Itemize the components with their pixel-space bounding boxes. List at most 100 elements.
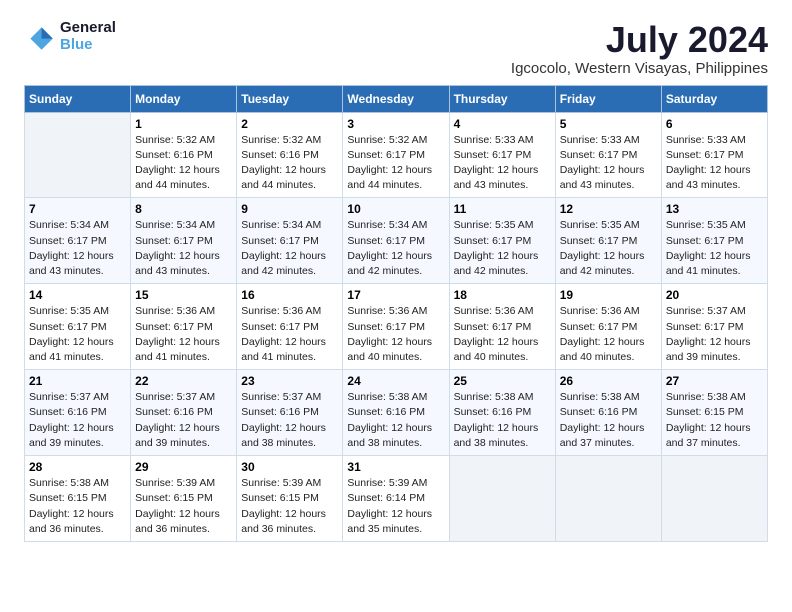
week-row-2: 7 Sunrise: 5:34 AM Sunset: 6:17 PM Daylig…: [25, 198, 768, 284]
day-info: Sunrise: 5:35 AM Sunset: 6:17 PM Dayligh…: [560, 218, 657, 279]
logo: General Blue: [24, 20, 116, 53]
calendar-cell: 29 Sunrise: 5:39 AM Sunset: 6:15 PM Dayli…: [131, 456, 237, 542]
day-info: Sunrise: 5:36 AM Sunset: 6:17 PM Dayligh…: [241, 304, 338, 365]
day-number: 11: [454, 202, 551, 216]
day-number: 1: [135, 117, 232, 131]
calendar-cell: 26 Sunrise: 5:38 AM Sunset: 6:16 PM Dayli…: [555, 370, 661, 456]
calendar-cell: 12Sunrise: 5:35 AM Sunset: 6:17 PM Dayli…: [555, 198, 661, 284]
day-info: Sunrise: 5:36 AM Sunset: 6:17 PM Dayligh…: [560, 304, 657, 365]
day-info: Sunrise: 5:33 AM Sunset: 6:17 PM Dayligh…: [454, 133, 551, 194]
calendar-cell: [449, 456, 555, 542]
calendar-cell: 31 Sunrise: 5:39 AM Sunset: 6:14 PM Dayli…: [343, 456, 449, 542]
day-info: Sunrise: 5:36 AM Sunset: 6:17 PM Dayligh…: [347, 304, 444, 365]
day-info: Sunrise: 5:33 AM Sunset: 6:17 PM Dayligh…: [666, 133, 763, 194]
day-info: Sunrise: 5:36 AM Sunset: 6:17 PM Dayligh…: [135, 304, 232, 365]
calendar-cell: 23 Sunrise: 5:37 AM Sunset: 6:16 PM Dayli…: [237, 370, 343, 456]
day-info: Sunrise: 5:39 AM Sunset: 6:15 PM Dayligh…: [135, 476, 232, 537]
header-wednesday: Wednesday: [343, 85, 449, 112]
day-info: Sunrise: 5:35 AM Sunset: 6:17 PM Dayligh…: [666, 218, 763, 279]
day-number: 13: [666, 202, 763, 216]
calendar-cell: 20 Sunrise: 5:37 AM Sunset: 6:17 PM Dayli…: [661, 284, 767, 370]
calendar-cell: 14Sunrise: 5:35 AM Sunset: 6:17 PM Dayli…: [25, 284, 131, 370]
day-number: 7: [29, 202, 126, 216]
calendar-cell: 19 Sunrise: 5:36 AM Sunset: 6:17 PM Dayli…: [555, 284, 661, 370]
header-monday: Monday: [131, 85, 237, 112]
calendar-cell: 28 Sunrise: 5:38 AM Sunset: 6:15 PM Dayli…: [25, 456, 131, 542]
day-info: Sunrise: 5:37 AM Sunset: 6:16 PM Dayligh…: [135, 390, 232, 451]
calendar-cell: 15 Sunrise: 5:36 AM Sunset: 6:17 PM Dayli…: [131, 284, 237, 370]
day-number: 25: [454, 374, 551, 388]
calendar-cell: 18Sunrise: 5:36 AM Sunset: 6:17 PM Dayli…: [449, 284, 555, 370]
calendar-cell: [661, 456, 767, 542]
day-number: 2: [241, 117, 338, 131]
day-info: Sunrise: 5:33 AM Sunset: 6:17 PM Dayligh…: [560, 133, 657, 194]
day-number: 16: [241, 288, 338, 302]
day-info: Sunrise: 5:38 AM Sunset: 6:16 PM Dayligh…: [560, 390, 657, 451]
calendar-cell: 9 Sunrise: 5:34 AM Sunset: 6:17 PM Daylig…: [237, 198, 343, 284]
calendar-cell: 24Sunrise: 5:38 AM Sunset: 6:16 PM Dayli…: [343, 370, 449, 456]
day-number: 29: [135, 460, 232, 474]
day-number: 10: [347, 202, 444, 216]
day-number: 5: [560, 117, 657, 131]
day-number: 20: [666, 288, 763, 302]
calendar-cell: 17 Sunrise: 5:36 AM Sunset: 6:17 PM Dayli…: [343, 284, 449, 370]
day-info: Sunrise: 5:34 AM Sunset: 6:17 PM Dayligh…: [29, 218, 126, 279]
header-thursday: Thursday: [449, 85, 555, 112]
day-info: Sunrise: 5:37 AM Sunset: 6:16 PM Dayligh…: [241, 390, 338, 451]
day-info: Sunrise: 5:34 AM Sunset: 6:17 PM Dayligh…: [135, 218, 232, 279]
week-row-1: 1 Sunrise: 5:32 AM Sunset: 6:16 PM Daylig…: [25, 112, 768, 198]
header-tuesday: Tuesday: [237, 85, 343, 112]
day-number: 27: [666, 374, 763, 388]
day-number: 15: [135, 288, 232, 302]
day-info: Sunrise: 5:37 AM Sunset: 6:16 PM Dayligh…: [29, 390, 126, 451]
calendar-cell: 1 Sunrise: 5:32 AM Sunset: 6:16 PM Daylig…: [131, 112, 237, 198]
day-info: Sunrise: 5:36 AM Sunset: 6:17 PM Dayligh…: [454, 304, 551, 365]
day-info: Sunrise: 5:37 AM Sunset: 6:17 PM Dayligh…: [666, 304, 763, 365]
calendar-cell: 11Sunrise: 5:35 AM Sunset: 6:17 PM Dayli…: [449, 198, 555, 284]
day-info: Sunrise: 5:39 AM Sunset: 6:14 PM Dayligh…: [347, 476, 444, 537]
day-number: 17: [347, 288, 444, 302]
calendar-cell: 4 Sunrise: 5:33 AM Sunset: 6:17 PM Daylig…: [449, 112, 555, 198]
day-number: 26: [560, 374, 657, 388]
day-number: 30: [241, 460, 338, 474]
calendar-cell: 25Sunrise: 5:38 AM Sunset: 6:16 PM Dayli…: [449, 370, 555, 456]
calendar-cell: 21Sunrise: 5:37 AM Sunset: 6:16 PM Dayli…: [25, 370, 131, 456]
day-number: 23: [241, 374, 338, 388]
day-info: Sunrise: 5:38 AM Sunset: 6:15 PM Dayligh…: [666, 390, 763, 451]
title-block: July 2024 Igcocolo, Western Visayas, Phi…: [511, 20, 768, 77]
calendar-table: SundayMondayTuesdayWednesdayThursdayFrid…: [24, 85, 768, 542]
day-number: 22: [135, 374, 232, 388]
logo-icon: [24, 21, 56, 53]
calendar-cell: 6 Sunrise: 5:33 AM Sunset: 6:17 PM Daylig…: [661, 112, 767, 198]
week-row-5: 28 Sunrise: 5:38 AM Sunset: 6:15 PM Dayli…: [25, 456, 768, 542]
header-saturday: Saturday: [661, 85, 767, 112]
day-number: 31: [347, 460, 444, 474]
day-info: Sunrise: 5:32 AM Sunset: 6:16 PM Dayligh…: [241, 133, 338, 194]
day-number: 19: [560, 288, 657, 302]
calendar-cell: 7 Sunrise: 5:34 AM Sunset: 6:17 PM Daylig…: [25, 198, 131, 284]
day-info: Sunrise: 5:34 AM Sunset: 6:17 PM Dayligh…: [241, 218, 338, 279]
day-number: 8: [135, 202, 232, 216]
day-number: 6: [666, 117, 763, 131]
day-info: Sunrise: 5:32 AM Sunset: 6:17 PM Dayligh…: [347, 133, 444, 194]
day-number: 4: [454, 117, 551, 131]
page-header: General Blue July 2024 Igcocolo, Western…: [24, 20, 768, 77]
day-info: Sunrise: 5:34 AM Sunset: 6:17 PM Dayligh…: [347, 218, 444, 279]
calendar-cell: 5 Sunrise: 5:33 AM Sunset: 6:17 PM Daylig…: [555, 112, 661, 198]
calendar-cell: 30Sunrise: 5:39 AM Sunset: 6:15 PM Dayli…: [237, 456, 343, 542]
calendar-cell: 16 Sunrise: 5:36 AM Sunset: 6:17 PM Dayli…: [237, 284, 343, 370]
calendar-cell: 13 Sunrise: 5:35 AM Sunset: 6:17 PM Dayli…: [661, 198, 767, 284]
day-info: Sunrise: 5:35 AM Sunset: 6:17 PM Dayligh…: [29, 304, 126, 365]
day-number: 9: [241, 202, 338, 216]
day-number: 3: [347, 117, 444, 131]
week-row-3: 14Sunrise: 5:35 AM Sunset: 6:17 PM Dayli…: [25, 284, 768, 370]
header-sunday: Sunday: [25, 85, 131, 112]
logo-text: General Blue: [60, 20, 116, 53]
day-info: Sunrise: 5:32 AM Sunset: 6:16 PM Dayligh…: [135, 133, 232, 194]
calendar-cell: 10 Sunrise: 5:34 AM Sunset: 6:17 PM Dayli…: [343, 198, 449, 284]
calendar-cell: [25, 112, 131, 198]
day-info: Sunrise: 5:38 AM Sunset: 6:15 PM Dayligh…: [29, 476, 126, 537]
calendar-title: July 2024: [511, 20, 768, 60]
week-row-4: 21Sunrise: 5:37 AM Sunset: 6:16 PM Dayli…: [25, 370, 768, 456]
day-number: 28: [29, 460, 126, 474]
